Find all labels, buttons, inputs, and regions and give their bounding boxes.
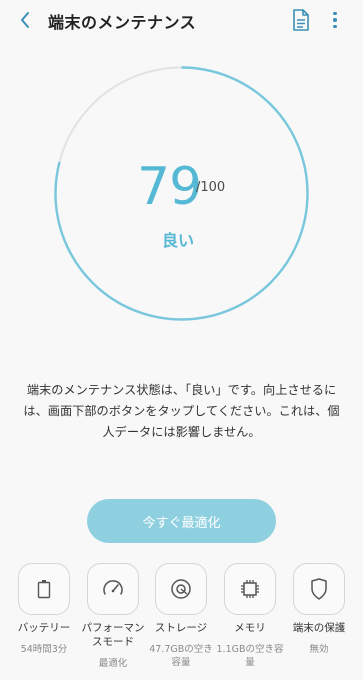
item-label: バッテリー bbox=[17, 622, 71, 634]
item-status: 無効 bbox=[309, 644, 329, 655]
storage-icon bbox=[171, 579, 191, 599]
status-label: 良い bbox=[162, 231, 195, 250]
item-tile bbox=[293, 563, 345, 615]
score-value: 79 bbox=[137, 157, 202, 217]
item-status: 54時間3分 bbox=[20, 644, 68, 655]
item-performance-mode[interactable]: パフォーマンスモード 最適化 bbox=[77, 563, 149, 670]
item-label: 端末の保護 bbox=[292, 622, 346, 634]
document-icon bbox=[293, 9, 309, 31]
more-options-button[interactable] bbox=[330, 9, 340, 31]
item-device-protection[interactable]: 端末の保護 無効 bbox=[283, 563, 355, 656]
item-tile bbox=[18, 563, 70, 615]
maintenance-items: バッテリー 54時間3分 パフォーマンスモード 最適化 ストレージ 47.7GB… bbox=[0, 563, 363, 680]
item-status: 最適化 bbox=[98, 658, 128, 669]
item-label: ストレージ bbox=[154, 622, 208, 634]
back-arrow-icon bbox=[21, 12, 29, 28]
item-tile bbox=[87, 563, 139, 615]
battery-icon bbox=[37, 580, 51, 599]
item-tile bbox=[155, 563, 207, 615]
back-button[interactable] bbox=[14, 8, 36, 32]
item-battery[interactable]: バッテリー 54時間3分 bbox=[8, 563, 80, 656]
page-title: 端末のメンテナンス bbox=[48, 13, 197, 32]
report-button[interactable] bbox=[292, 9, 310, 31]
item-label: パフォーマンスモード bbox=[81, 622, 145, 648]
more-dot-icon bbox=[333, 11, 337, 16]
memory-chip-icon bbox=[241, 580, 259, 598]
shield-icon bbox=[311, 578, 327, 600]
item-status: 1.1GBの空き容量 bbox=[216, 644, 284, 668]
gauge-icon bbox=[103, 580, 123, 595]
status-description: 端末のメンテナンス状態は、「良い」です。向上させるには、画面下部のボタンをタップ… bbox=[23, 383, 340, 439]
device-maintenance-screen: 端末のメンテナンス 79 /100 良い 端末のメンテナンス状態は、「良い」です… bbox=[0, 0, 363, 680]
more-dot-icon bbox=[333, 24, 337, 29]
item-tile bbox=[224, 563, 276, 615]
optimize-now-label: 今すぐ最適化 bbox=[142, 515, 221, 531]
item-storage[interactable]: ストレージ 47.7GBの空き容量 bbox=[145, 563, 217, 669]
more-dot-icon bbox=[333, 18, 337, 22]
app-bar: 端末のメンテナンス bbox=[0, 0, 363, 40]
item-label: メモリ bbox=[234, 622, 266, 634]
item-memory[interactable]: メモリ 1.1GBの空き容量 bbox=[214, 563, 286, 669]
optimize-now-button[interactable]: 今すぐ最適化 bbox=[87, 499, 276, 543]
score-max: /100 bbox=[196, 180, 226, 195]
item-status: 47.7GBの空き容量 bbox=[149, 644, 213, 668]
